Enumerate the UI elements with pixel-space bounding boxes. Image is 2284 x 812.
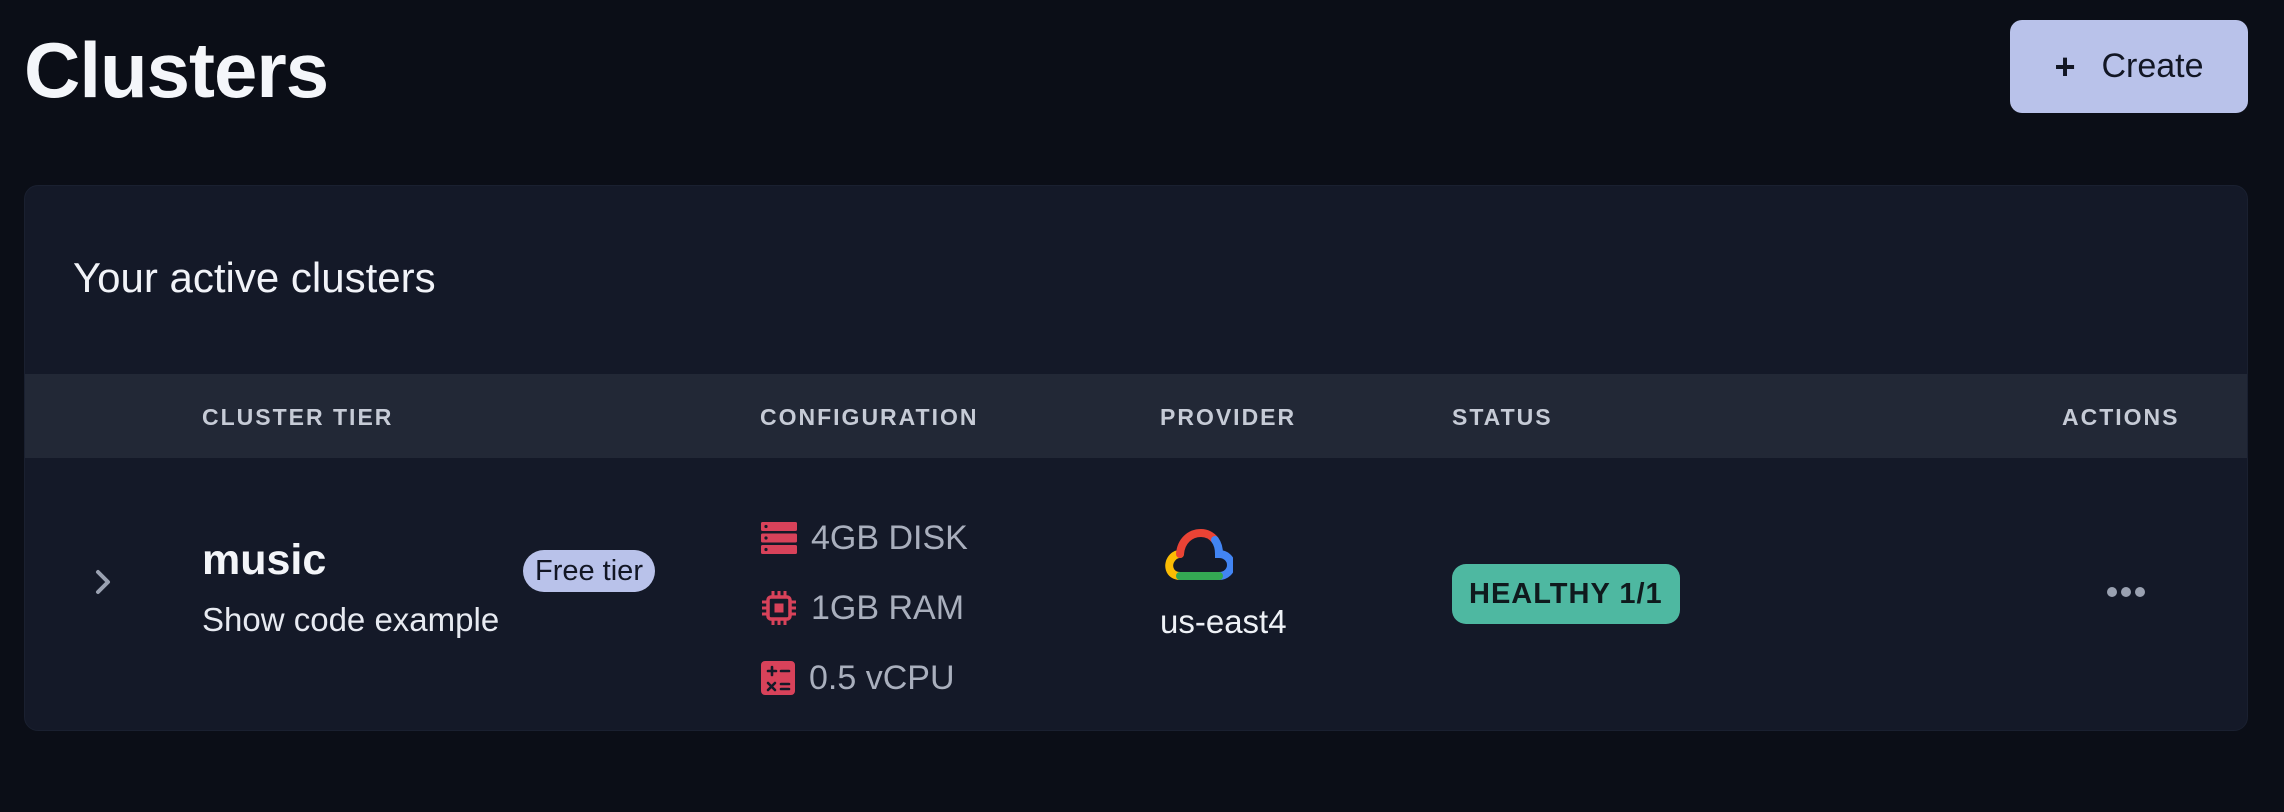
show-code-example-link[interactable]: Show code example	[202, 601, 499, 639]
free-tier-badge: Free tier	[523, 550, 655, 592]
more-actions-icon[interactable]	[2096, 572, 2156, 612]
config-disk: 4GB DISK	[761, 516, 968, 560]
create-button[interactable]: + Create	[2010, 20, 2248, 113]
config-ram-label: 1GB RAM	[811, 588, 965, 627]
plus-icon: +	[2054, 45, 2076, 87]
table-row: music Show code example Free tier 4GB DI…	[25, 458, 2247, 730]
config-ram: 1GB RAM	[761, 586, 964, 630]
config-disk-label: 4GB DISK	[811, 518, 968, 557]
table-header: CLUSTER TIER CONFIGURATION PROVIDER STAT…	[25, 374, 2247, 458]
page-title: Clusters	[24, 26, 329, 114]
chip-icon	[762, 591, 796, 625]
chevron-right-icon[interactable]	[83, 562, 123, 602]
status-badge: HEALTHY 1/1	[1452, 564, 1680, 624]
disk-icon	[761, 522, 797, 554]
google-cloud-icon	[1165, 528, 1236, 589]
column-header-cluster-tier: CLUSTER TIER	[202, 404, 394, 430]
column-header-provider: PROVIDER	[1160, 404, 1297, 430]
calculator-icon	[761, 661, 795, 695]
config-cpu: 0.5 vCPU	[761, 656, 955, 700]
column-header-configuration: CONFIGURATION	[760, 404, 979, 430]
column-header-status: STATUS	[1452, 404, 1553, 430]
config-cpu-label: 0.5 vCPU	[809, 658, 955, 697]
card-title: Your active clusters	[73, 254, 436, 301]
active-clusters-card: Your active clusters CLUSTER TIER CONFIG…	[24, 185, 2248, 731]
provider-region: us-east4	[1160, 603, 1287, 640]
create-button-label: Create	[2101, 47, 2204, 85]
column-header-actions: ACTIONS	[2062, 404, 2180, 430]
cluster-name[interactable]: music	[202, 536, 326, 585]
